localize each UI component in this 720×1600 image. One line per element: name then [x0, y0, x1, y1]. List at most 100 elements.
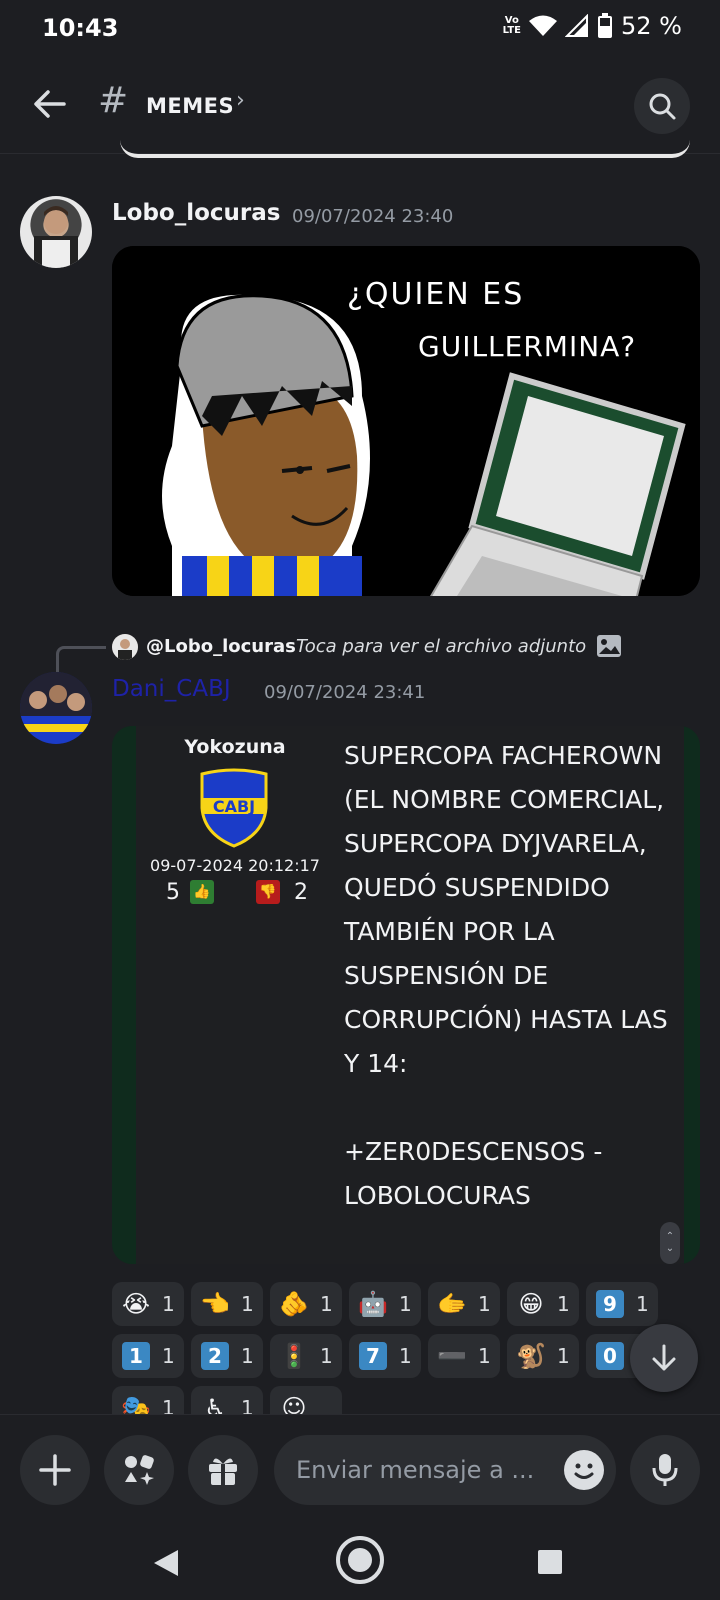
reaction-count: 1	[241, 1396, 254, 1414]
reply-avatar	[112, 634, 138, 660]
embed-author: Yokozuna	[184, 736, 286, 758]
image-icon	[597, 635, 621, 657]
reaction-pill[interactable]: 👈 1	[191, 1282, 263, 1326]
smiley-icon	[574, 1463, 594, 1479]
reaction-pill[interactable]: 🤖 1	[349, 1282, 421, 1326]
reaction-count: 1	[478, 1292, 491, 1316]
hash-icon: #	[98, 80, 129, 121]
reaction-emoji-icon: 🫱	[437, 1290, 467, 1318]
username[interactable]: Dani_CABJ	[112, 676, 231, 702]
previous-embed-edge	[120, 140, 690, 158]
reaction-emoji-icon: 🎭	[121, 1394, 151, 1414]
emoji-button[interactable]	[564, 1450, 604, 1490]
meme-text-1: ¿QUIEN ES	[347, 277, 524, 312]
nav-home-icon[interactable]	[334, 1534, 386, 1586]
gift-button[interactable]	[188, 1435, 258, 1505]
microphone-icon	[652, 1454, 678, 1486]
reaction-pill[interactable]: ☺	[270, 1386, 342, 1414]
status-time: 10:43	[42, 14, 119, 42]
avatar[interactable]	[20, 196, 92, 268]
arrow-down-icon	[652, 1344, 676, 1371]
nav-recents-icon[interactable]	[536, 1548, 564, 1576]
message-input[interactable]: Enviar mensaje a ...	[274, 1435, 616, 1505]
image-embed[interactable]: Yokozuna CABJ 09-07-2024 20:12:17 5 👍 👎 …	[112, 726, 700, 1264]
embed-profile-card: Yokozuna CABJ 09-07-2024 20:12:17 5 👍 👎 …	[136, 726, 334, 1264]
apps-button[interactable]	[104, 1435, 174, 1505]
voice-message-button[interactable]	[630, 1435, 700, 1505]
reaction-pill[interactable]: ♿ 1	[191, 1386, 263, 1414]
reaction-pill[interactable]: 🫵 1	[270, 1282, 342, 1326]
reaction-pill[interactable]: 😭 1	[112, 1282, 184, 1326]
add-attachment-button[interactable]	[20, 1435, 90, 1505]
meme-text-2: GUILLERMINA?	[418, 330, 636, 363]
message-composer: Enviar mensaje a ...	[0, 1414, 720, 1526]
reaction-emoji-icon: 🐒	[516, 1342, 546, 1370]
status-bar: 10:43 Vo LTE 52 %	[0, 0, 720, 58]
scroll-handle[interactable]: ⌃ ⌄	[660, 1222, 680, 1264]
reaction-count: 1	[241, 1344, 254, 1368]
thumbs-up-icon: 👍	[190, 880, 214, 904]
keycap-1-icon: 1	[122, 1342, 150, 1370]
timestamp: 09/07/2024 23:41	[264, 682, 426, 703]
channel-name[interactable]: MEMES	[146, 94, 234, 118]
reactions: 😭1👈1🫵1🤖1🫱1😁1911121🚦171➖1🐒101🎭1♿1☺	[112, 1282, 702, 1414]
reaction-pill[interactable]: 91	[586, 1282, 658, 1326]
avatar[interactable]	[20, 672, 92, 744]
reaction-emoji-icon: 👈	[200, 1290, 230, 1318]
reply-preview[interactable]: Toca para ver el archivo adjunto	[296, 636, 586, 657]
reaction-count: 1	[636, 1292, 649, 1316]
reaction-count: 1	[241, 1292, 254, 1316]
search-button[interactable]	[634, 78, 690, 134]
reaction-emoji-icon: 🤖	[358, 1290, 388, 1318]
thumbs-down-icon: 👎	[256, 880, 280, 904]
reply-username[interactable]: @Lobo_locuras	[146, 636, 296, 657]
status-icons: Vo LTE 52 %	[503, 12, 682, 40]
jump-to-bottom-button[interactable]	[630, 1324, 698, 1392]
username[interactable]: Lobo_locuras	[112, 200, 280, 226]
wifi-icon	[529, 15, 558, 36]
reaction-pill[interactable]: ➖ 1	[428, 1334, 500, 1378]
reaction-pill[interactable]: 🎭 1	[112, 1386, 184, 1414]
plus-icon	[39, 1454, 71, 1486]
reaction-pill[interactable]: 11	[112, 1334, 184, 1378]
reaction-pill[interactable]: 71	[349, 1334, 421, 1378]
volte-icon: Vo LTE	[502, 15, 522, 36]
back-button[interactable]	[28, 82, 72, 126]
reaction-pill[interactable]: 🐒 1	[507, 1334, 579, 1378]
reaction-emoji-icon: 🚦	[279, 1342, 309, 1370]
cabj-shield-icon: CABJ	[200, 768, 268, 848]
reaction-pill[interactable]: 🫱 1	[428, 1282, 500, 1326]
reaction-emoji-icon: 🫵	[279, 1290, 309, 1318]
reaction-emoji-icon: ♿	[204, 1394, 226, 1414]
embed-post-text: SUPERCOPA FACHEROWN (EL NOMBRE COMERCIAL…	[334, 726, 684, 1264]
reaction-emoji-icon: 😭	[121, 1290, 151, 1318]
keycap-9-icon: 9	[596, 1290, 624, 1318]
apps-icon	[125, 1455, 154, 1485]
reaction-count: 1	[320, 1292, 333, 1316]
arrow-left-icon	[34, 90, 66, 118]
nav-back-icon[interactable]	[152, 1548, 180, 1578]
keycap-0-icon: 0	[596, 1342, 624, 1370]
search-icon	[649, 93, 676, 120]
reaction-count: 1	[478, 1344, 491, 1368]
reaction-pill[interactable]: 21	[191, 1334, 263, 1378]
battery-icon	[598, 13, 613, 38]
chevron-right-icon[interactable]: ›	[236, 88, 245, 113]
reaction-count: 1	[162, 1292, 175, 1316]
post-body: SUPERCOPA FACHEROWN (EL NOMBRE COMERCIAL…	[344, 741, 668, 1210]
embed-date: 09-07-2024 20:12:17	[150, 856, 320, 875]
keycap-7-icon: 7	[359, 1342, 387, 1370]
reaction-pill[interactable]: 😁 1	[507, 1282, 579, 1326]
timestamp: 09/07/2024 23:40	[292, 206, 454, 227]
reaction-pill[interactable]: 🚦 1	[270, 1334, 342, 1378]
system-navigation-bar	[0, 1526, 720, 1600]
downvote-count: 2	[294, 880, 308, 905]
keycap-2-icon: 2	[201, 1342, 229, 1370]
reaction-count: 1	[320, 1344, 333, 1368]
reaction-emoji-icon: 😁	[518, 1290, 544, 1318]
reaction-count: 1	[162, 1396, 175, 1414]
reaction-count: 1	[557, 1344, 570, 1368]
meme-image[interactable]: ¿QUIEN ES GUILLERMINA?	[112, 246, 700, 596]
message-placeholder: Enviar mensaje a ...	[296, 1456, 535, 1484]
gift-icon	[209, 1458, 237, 1485]
